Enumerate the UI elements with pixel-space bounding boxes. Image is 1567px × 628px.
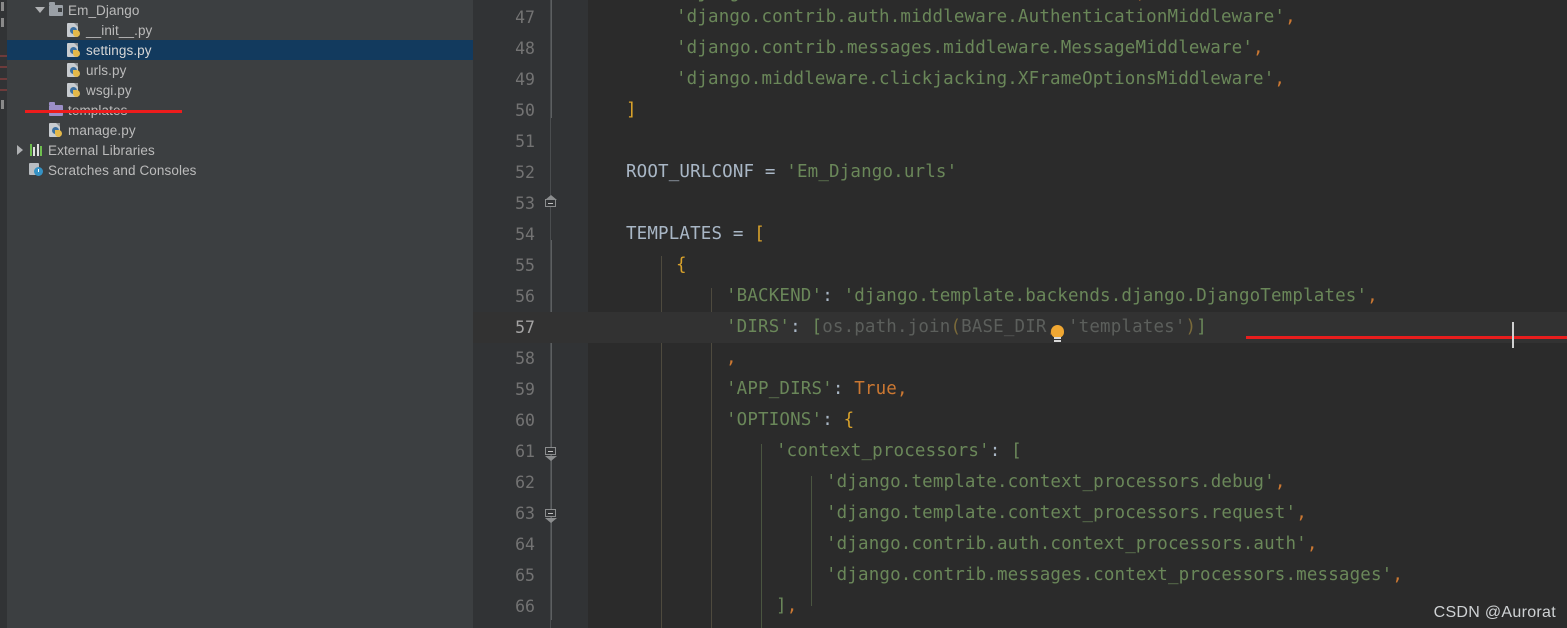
red-strikethrough-annotation bbox=[1246, 336, 1567, 339]
chevron-right-icon[interactable] bbox=[12, 145, 27, 155]
code-line[interactable]: 63 'django.template.context_processors.r… bbox=[473, 498, 1567, 529]
line-number: 51 bbox=[515, 132, 535, 151]
ide-window: Em_Django __init__.py settings.py urls.p… bbox=[0, 0, 1567, 628]
tree-item-em-django[interactable]: Em_Django bbox=[7, 0, 473, 20]
line-number: 65 bbox=[515, 566, 535, 585]
code-line[interactable]: 64 'django.contrib.auth.context_processo… bbox=[473, 529, 1567, 560]
tree-item-label: settings.py bbox=[86, 42, 152, 58]
tree-item-init-py[interactable]: __init__.py bbox=[7, 20, 473, 40]
code-line[interactable]: 62 'django.template.context_processors.d… bbox=[473, 467, 1567, 498]
libraries-bars-icon bbox=[27, 144, 45, 156]
line-number: 53 bbox=[515, 194, 535, 213]
code-line[interactable]: 50 ] bbox=[473, 95, 1567, 207]
code-line[interactable]: 47 'django.contrib.auth.middleware.Authe… bbox=[473, 2, 1567, 33]
line-number: 60 bbox=[515, 411, 535, 430]
folder-module-icon bbox=[47, 2, 65, 16]
python-file-icon bbox=[47, 122, 65, 138]
line-number: 52 bbox=[515, 163, 535, 182]
csdn-watermark: CSDN @Aurorat bbox=[1433, 604, 1556, 621]
code-line[interactable]: 60 'OPTIONS': { bbox=[473, 405, 1567, 436]
tree-item-manage-py[interactable]: manage.py bbox=[7, 120, 473, 140]
lightbulb-icon[interactable] bbox=[1050, 325, 1065, 342]
scratches-icon bbox=[27, 163, 45, 177]
code-line[interactable]: 65 'django.contrib.messages.context_proc… bbox=[473, 560, 1567, 591]
python-file-icon bbox=[65, 22, 83, 38]
line-number: 63 bbox=[515, 504, 535, 523]
line-number: 62 bbox=[515, 473, 535, 492]
tree-item-urls-py[interactable]: urls.py bbox=[7, 60, 473, 80]
code-line[interactable]: 59 'APP_DIRS': True, bbox=[473, 374, 1567, 405]
python-file-icon bbox=[65, 82, 83, 98]
red-annotation-underline bbox=[25, 110, 182, 113]
line-number: 55 bbox=[515, 256, 535, 275]
code-line[interactable]: 55 { bbox=[473, 250, 1567, 523]
line-number: 56 bbox=[515, 287, 535, 306]
tree-item-label: __init__.py bbox=[86, 22, 153, 38]
tree-item-label: wsgi.py bbox=[86, 82, 132, 98]
code-line[interactable]: 61 'context_processors': [ bbox=[473, 436, 1567, 467]
project-tree[interactable]: Em_Django __init__.py settings.py urls.p… bbox=[7, 0, 473, 180]
code-line[interactable]: 52 ROOT_URLCONF = 'Em_Django.urls' bbox=[473, 157, 1567, 188]
tree-item-scratches-and-consoles[interactable]: Scratches and Consoles bbox=[7, 160, 473, 180]
python-file-icon bbox=[65, 42, 83, 58]
code-line[interactable]: 48 'django.contrib.messages.middleware.M… bbox=[473, 33, 1567, 64]
text-caret bbox=[1512, 322, 1514, 348]
line-number: 66 bbox=[515, 597, 535, 616]
line-number: 58 bbox=[515, 349, 535, 368]
line-number: 47 bbox=[515, 8, 535, 27]
line-number: 64 bbox=[515, 535, 535, 554]
line-number: 50 bbox=[515, 101, 535, 120]
line-number: 59 bbox=[515, 380, 535, 399]
line-number: 49 bbox=[515, 70, 535, 89]
code-line[interactable]: 49 'django.middleware.clickjacking.XFram… bbox=[473, 64, 1567, 95]
tree-item-label: Em_Django bbox=[68, 2, 140, 18]
tree-item-wsgi-py[interactable]: wsgi.py bbox=[7, 80, 473, 100]
line-number: 54 bbox=[515, 225, 535, 244]
python-file-icon bbox=[65, 62, 83, 78]
tree-item-label: External Libraries bbox=[48, 142, 155, 158]
code-line[interactable]: 54 TEMPLATES = [ bbox=[473, 219, 1567, 461]
code-line[interactable]: 58 , bbox=[473, 343, 1567, 374]
tree-item-label: Scratches and Consoles bbox=[48, 162, 197, 178]
line-number: 61 bbox=[515, 442, 535, 461]
code-line[interactable]: 51 bbox=[473, 126, 1567, 157]
code-line[interactable]: 66 ], bbox=[473, 591, 1567, 622]
code-line[interactable]: 53 bbox=[473, 188, 1567, 219]
tree-item-label: urls.py bbox=[86, 62, 127, 78]
line-number: 57 bbox=[515, 318, 535, 337]
chevron-down-icon[interactable] bbox=[32, 7, 47, 13]
code-editor[interactable]: 46 'django.middleware.csrf.CsrfViewMiddl… bbox=[473, 0, 1567, 628]
code-line[interactable]: 56 'BACKEND': 'django.template.backends.… bbox=[473, 281, 1567, 312]
line-number: 48 bbox=[515, 39, 535, 58]
tree-item-external-libraries[interactable]: External Libraries bbox=[7, 140, 473, 160]
project-tree-panel: Em_Django __init__.py settings.py urls.p… bbox=[0, 0, 473, 628]
tree-item-settings-py[interactable]: settings.py bbox=[7, 40, 473, 60]
tree-marker-strip[interactable] bbox=[0, 0, 7, 628]
tree-item-label: manage.py bbox=[68, 122, 136, 138]
